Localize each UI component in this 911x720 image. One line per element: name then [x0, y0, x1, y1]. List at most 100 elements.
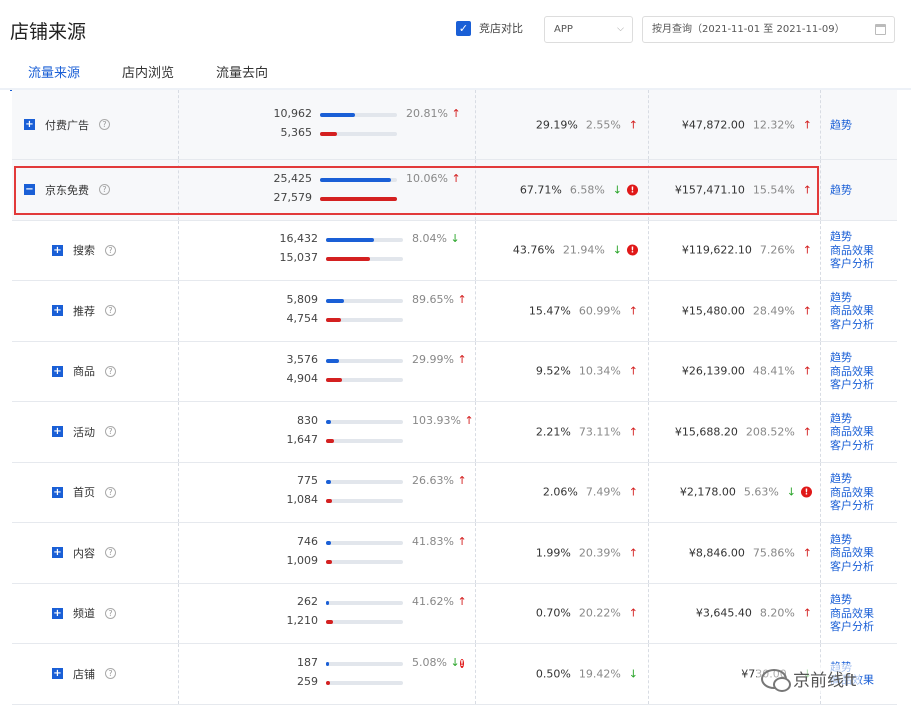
tab-traffic-destination[interactable]: 流量去向 — [198, 58, 286, 91]
expand-toggle-icon[interactable]: − — [24, 184, 35, 196]
progress-track — [326, 480, 403, 485]
rate-cell: 43.76% 21.94% ↓! — [513, 244, 638, 257]
column-divider — [648, 462, 649, 522]
progress-track — [326, 257, 403, 262]
help-icon[interactable]: ? — [105, 668, 116, 680]
date-range-picker[interactable]: 按月查询（2021-11-01 至 2021-11-09） — [642, 16, 895, 43]
rate-value: 29.19% — [535, 118, 578, 131]
rate-value: 1.99% — [535, 546, 571, 560]
row-action-link[interactable]: 趋势 — [830, 533, 874, 547]
arrow-up-icon: ↑ — [457, 595, 467, 609]
column-divider — [475, 160, 476, 220]
metric-value-competitor: 27,579 — [273, 190, 313, 204]
expand-toggle-icon[interactable]: + — [52, 607, 63, 619]
expand-toggle-icon[interactable]: + — [52, 244, 63, 256]
row-action-link[interactable]: 趋势 — [830, 291, 874, 305]
row-action-link[interactable]: 客户分析 — [830, 499, 874, 513]
row-action-link[interactable]: 商品效果 — [830, 546, 874, 560]
expand-toggle-icon[interactable]: + — [52, 365, 63, 377]
help-icon[interactable]: ? — [99, 184, 110, 196]
platform-select[interactable]: APP ⌵ — [544, 16, 633, 43]
metric-value-current: 262 — [297, 595, 318, 609]
expand-toggle-icon[interactable]: + — [52, 668, 63, 680]
row-action-link[interactable]: 客户分析 — [830, 318, 874, 332]
platform-value: APP — [554, 24, 573, 35]
row-action-link[interactable]: 客户分析 — [830, 560, 874, 574]
progress-track — [326, 238, 403, 243]
expand-toggle-icon[interactable]: + — [52, 426, 63, 438]
source-name: + 活动? — [52, 424, 116, 440]
row-action-link[interactable]: 趋势 — [830, 351, 874, 365]
metric-value-competitor: 15,037 — [279, 251, 319, 265]
column-divider — [178, 281, 179, 341]
help-icon[interactable]: ? — [99, 119, 110, 130]
calendar-icon — [875, 24, 886, 35]
row-actions: 趋势 商品效果 客户分析 — [830, 472, 874, 513]
rate-change: 20.39% — [578, 546, 621, 560]
row-action-link[interactable]: 客户分析 — [830, 439, 874, 453]
expand-toggle-icon[interactable]: + — [24, 119, 35, 130]
arrow-down-icon: ↓ — [628, 667, 638, 681]
visitor-metric: 5,809 4,754 89.65% ↑ — [287, 293, 476, 329]
column-divider — [178, 220, 179, 280]
tab-traffic-source[interactable]: 流量来源 — [10, 58, 99, 91]
arrow-up-icon: ↑ — [457, 353, 467, 367]
compare-checkbox[interactable]: ✓ — [456, 20, 471, 36]
row-action-link[interactable]: 客户分析 — [830, 257, 874, 271]
date-range-value: 按月查询（2021-11-01 至 2021-11-09） — [652, 24, 845, 35]
metric-change: 10.06% ↑ — [406, 172, 461, 185]
arrow-up-icon: ↑ — [802, 304, 812, 318]
row-action-link[interactable]: 商品效果 — [830, 607, 874, 621]
row-action-link[interactable]: 趋势 — [830, 118, 852, 132]
help-icon[interactable]: ? — [105, 486, 116, 498]
competitor-compare[interactable]: ✓ 竞店对比 — [456, 20, 523, 36]
help-icon[interactable]: ? — [105, 305, 116, 317]
arrow-up-icon: ↑ — [802, 183, 812, 197]
metric-value-competitor: 4,754 — [286, 311, 319, 325]
help-icon[interactable]: ? — [105, 547, 116, 559]
row-action-link[interactable]: 商品效果 — [830, 244, 874, 258]
expand-toggle-icon[interactable]: + — [52, 305, 63, 317]
arrow-up-icon: ↑ — [628, 425, 638, 439]
column-divider — [178, 523, 179, 583]
progress-track — [326, 601, 403, 606]
row-action-link[interactable]: 商品效果 — [830, 304, 874, 318]
amount-cell: ¥119,622.10 7.26% ↑ — [682, 244, 812, 257]
row-action-link[interactable]: 商品效果 — [830, 425, 874, 439]
progress-bar-current — [326, 601, 330, 606]
column-divider — [820, 160, 821, 220]
expand-toggle-icon[interactable]: + — [52, 547, 63, 559]
row-action-link[interactable]: 趋势 — [830, 183, 852, 197]
progress-track — [326, 499, 403, 504]
source-label: 搜索 — [73, 244, 95, 258]
progress-bar-current — [326, 238, 374, 243]
help-icon[interactable]: ? — [105, 365, 116, 377]
help-icon[interactable]: ? — [105, 244, 116, 256]
tab-store-browse[interactable]: 店内浏览 — [104, 58, 192, 91]
source-label: 店铺 — [73, 667, 95, 681]
row-action-link[interactable]: 趋势 — [830, 472, 874, 486]
expand-toggle-icon[interactable]: + — [52, 486, 63, 498]
row-action-link[interactable]: 商品效果 — [830, 486, 874, 500]
row-action-link[interactable]: 客户分析 — [830, 378, 874, 392]
amount-value: ¥2,178.00 — [679, 485, 736, 499]
progress-track — [326, 317, 403, 322]
help-icon[interactable]: ? — [105, 607, 116, 619]
column-divider — [178, 644, 179, 704]
row-action-link[interactable]: 趋势 — [830, 593, 874, 607]
rate-value: 15.47% — [528, 304, 571, 318]
column-divider — [820, 220, 821, 280]
row-action-link[interactable]: 客户分析 — [830, 620, 874, 634]
progress-track — [326, 620, 403, 625]
row-action-link[interactable]: 趋势 — [830, 412, 874, 426]
row-action-link[interactable]: 趋势 — [830, 230, 874, 244]
row-actions: 趋势 商品效果 客户分析 — [830, 533, 874, 574]
progress-track — [326, 661, 403, 666]
column-divider — [648, 644, 649, 704]
amount-cell: ¥157,471.10 15.54% ↑ — [675, 183, 812, 196]
row-action-link[interactable]: 商品效果 — [830, 365, 874, 379]
help-icon[interactable]: ? — [105, 426, 116, 438]
rate-change: 21.94% — [562, 243, 605, 257]
metric-change: 41.62% ↑ — [412, 595, 467, 608]
visitor-metric: 3,576 4,904 29.99% ↑ — [287, 353, 476, 389]
